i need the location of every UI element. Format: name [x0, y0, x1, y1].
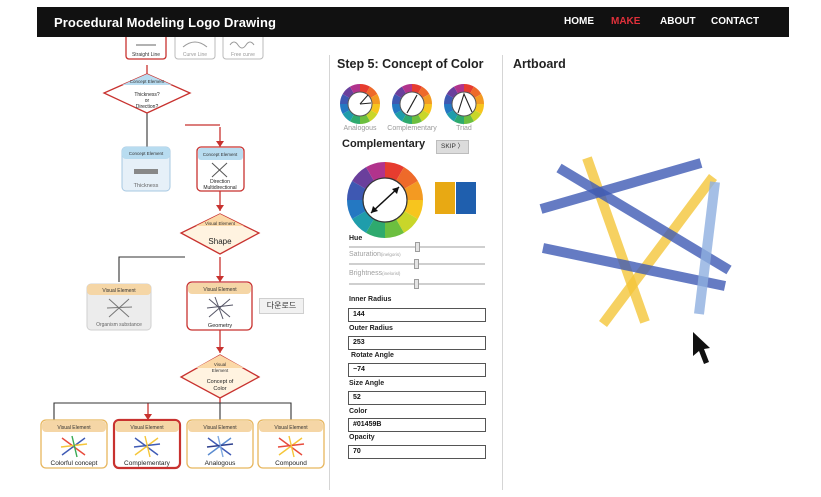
node-curve-line: Curve Line — [183, 52, 207, 58]
triad-wheel-icon — [444, 84, 484, 124]
svg-text:Visual Element: Visual Element — [274, 425, 308, 431]
bottom-row-nodes: Visual Element Colorful concept Visual E… — [40, 418, 325, 470]
swatch-complement — [456, 182, 476, 214]
svg-text:Concept Element: Concept Element — [129, 151, 164, 156]
nav-home[interactable]: HOME — [564, 16, 594, 27]
cursor-icon — [693, 332, 710, 364]
logo-drawing — [539, 156, 732, 327]
size-angle-label: Size Angle — [349, 380, 385, 387]
step-title: Step 5: Concept of Color — [337, 57, 484, 71]
color-field[interactable]: #01459B — [348, 418, 486, 432]
node-free-curve: Free curve — [231, 52, 255, 58]
brightness-slider-thumb[interactable] — [413, 279, 419, 289]
size-angle-field[interactable]: 52 — [348, 391, 486, 405]
node-direction: Concept Element Direction Multidirection… — [196, 146, 245, 192]
svg-text:Compound: Compound — [275, 460, 307, 467]
svg-text:Visual Element: Visual Element — [203, 425, 237, 431]
svg-text:Colorful concept: Colorful concept — [51, 460, 98, 467]
node-organism: Visual Element Organism substance — [86, 283, 152, 331]
top-row-nodes: Straight Line Curve Line Free curve — [125, 37, 264, 60]
svg-text:Element: Element — [212, 368, 229, 373]
svg-text:Color: Color — [213, 386, 226, 392]
nav-contact[interactable]: CONTACT — [711, 16, 759, 27]
analogous-wheel-icon — [340, 84, 380, 124]
svg-text:Visual Element: Visual Element — [57, 425, 91, 431]
brightness-label: Brightness(inelorisl) — [349, 270, 401, 277]
app-title: Procedural Modeling Logo Drawing — [54, 15, 277, 30]
svg-text:Complementary: Complementary — [124, 460, 171, 467]
svg-text:Geometry: Geometry — [208, 323, 232, 329]
nav-about[interactable]: ABOUT — [660, 16, 696, 27]
scheme-triad[interactable]: Triad — [441, 82, 487, 132]
saturation-label: Saturation(inelgoris) — [349, 251, 401, 258]
svg-text:Organism substance: Organism substance — [96, 322, 142, 328]
artboard[interactable]: Artboard — [503, 50, 789, 490]
inner-radius-label: Inner Radius — [349, 296, 392, 303]
outer-radius-field[interactable]: 253 — [348, 336, 486, 350]
nav-make[interactable]: MAKE — [611, 16, 640, 27]
node-thickness-or-direction: Concept Element Thickness? or Direction? — [102, 73, 192, 114]
color-controls-panel: Step 5: Concept of Color Analogous Compl… — [333, 50, 501, 490]
svg-text:Thickness: Thickness — [134, 183, 159, 189]
skip-button[interactable]: SKIP 〉 — [436, 140, 469, 154]
top-navbar: Procedural Modeling Logo Drawing HOME MA… — [37, 7, 789, 37]
svg-text:Shape: Shape — [208, 237, 232, 246]
svg-text:Concept Element: Concept Element — [130, 79, 165, 84]
svg-text:Visual Element: Visual Element — [102, 288, 136, 294]
node-concept-of-color: Visual Element Concept of Color — [179, 354, 261, 399]
rotate-angle-label: Rotate Angle — [351, 352, 394, 359]
node-thickness: Concept Element Thickness — [121, 146, 171, 192]
swatch-primary — [435, 182, 455, 214]
process-flow-diagram: Straight Line Curve Line Free curve Conc… — [37, 37, 327, 497]
complementary-wheel-icon — [392, 84, 432, 124]
mode-title: Complementary — [342, 138, 426, 150]
svg-text:Analogous: Analogous — [205, 460, 236, 467]
saturation-slider[interactable] — [349, 259, 485, 269]
artboard-canvas[interactable] — [503, 50, 789, 490]
rotate-angle-field[interactable]: −74 — [348, 363, 486, 377]
svg-text:Visual Element: Visual Element — [203, 287, 237, 293]
svg-text:Visual Element: Visual Element — [205, 221, 236, 226]
color-wheel-icon[interactable] — [345, 160, 425, 240]
opacity-label: Opacity — [349, 434, 375, 441]
scheme-complementary[interactable]: Complementary — [387, 82, 437, 132]
opacity-field[interactable]: 70 — [348, 445, 486, 459]
svg-text:Visual: Visual — [214, 362, 226, 367]
svg-text:Visual Element: Visual Element — [130, 425, 164, 431]
scheme-triad-label: Triad — [456, 125, 472, 132]
divider-left — [329, 55, 330, 490]
svg-text:Multidirectional: Multidirectional — [203, 185, 236, 191]
brightness-slider[interactable] — [349, 279, 485, 289]
saturation-slider-thumb[interactable] — [413, 259, 419, 269]
svg-text:Concept Element: Concept Element — [203, 152, 238, 157]
node-straight-line: Straight Line — [132, 52, 160, 58]
scheme-analogous[interactable]: Analogous — [337, 82, 383, 132]
hue-label: Hue — [349, 235, 363, 242]
inner-radius-field[interactable]: 144 — [348, 308, 486, 322]
hue-slider-thumb[interactable] — [415, 242, 420, 252]
svg-text:Concept of: Concept of — [207, 379, 234, 385]
node-geometry: Visual Element Geometry — [186, 281, 253, 331]
download-tooltip: 다운로드 — [259, 298, 304, 314]
color-label: Color — [349, 408, 368, 415]
svg-text:Direction?: Direction? — [136, 104, 159, 110]
node-shape: Visual Element Shape — [179, 213, 261, 255]
outer-radius-label: Outer Radius — [349, 325, 393, 332]
